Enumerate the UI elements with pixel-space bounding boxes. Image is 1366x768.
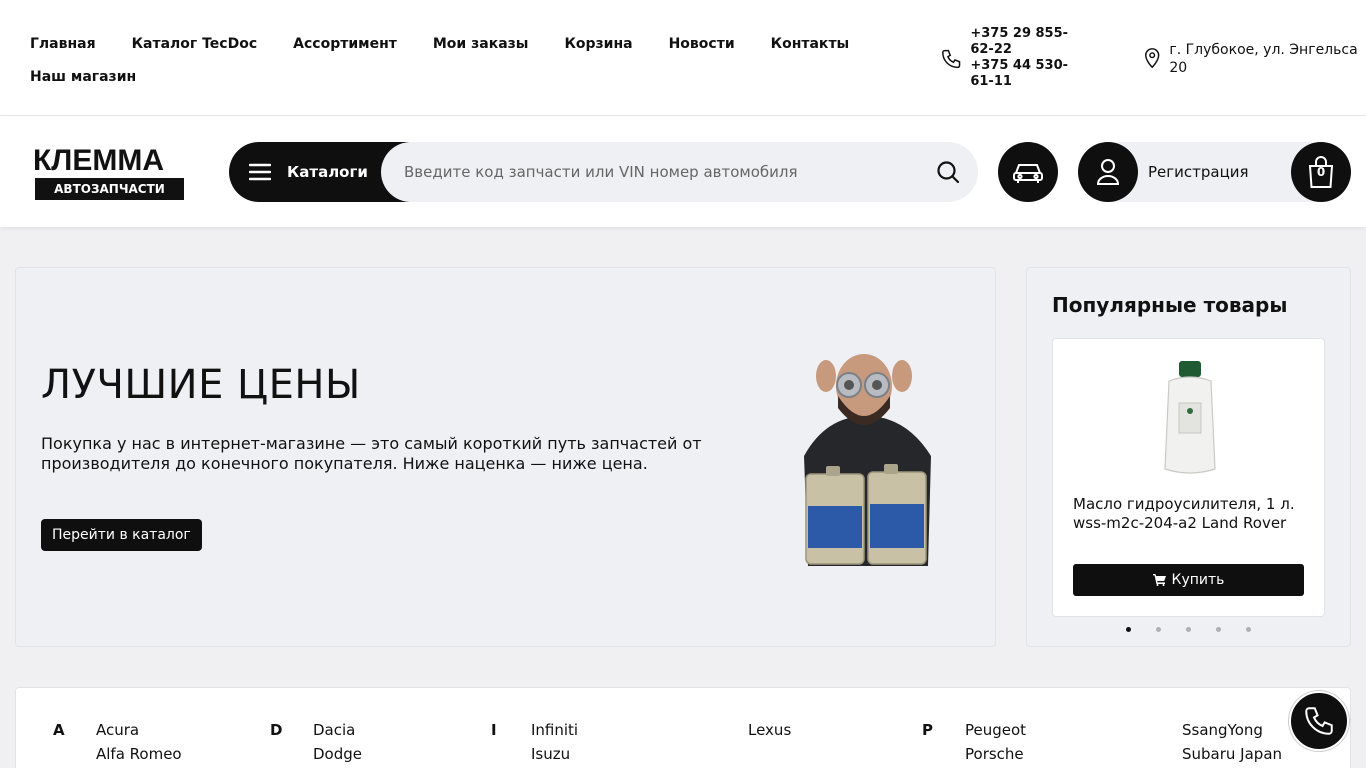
- phone-number-1[interactable]: +375 29 855-62-22: [970, 26, 1090, 58]
- carousel-dot[interactable]: [1216, 627, 1221, 632]
- brand-link[interactable]: Subaru Japan: [1182, 742, 1282, 766]
- buy-button[interactable]: Купить: [1073, 564, 1304, 596]
- go-to-catalog-button[interactable]: Перейти в каталог: [41, 519, 202, 551]
- phone-block: +375 29 855-62-22 +375 44 530-61-11: [940, 26, 1090, 90]
- top-bar: Главная Каталог TecDoc Ассортимент Мои зака…: [0, 0, 1366, 116]
- brand-link[interactable]: Acura: [96, 718, 182, 742]
- hero-image: [804, 354, 931, 566]
- brand-link[interactable]: Porsche: [965, 742, 1026, 766]
- cart-button[interactable]: 0: [1291, 142, 1351, 202]
- callback-button[interactable]: [1289, 691, 1349, 751]
- user-icon: [1096, 159, 1120, 185]
- brand-link[interactable]: Isuzu: [531, 742, 578, 766]
- phone-icon: [942, 49, 961, 69]
- brand-link[interactable]: Dacia: [313, 718, 362, 742]
- menu-icon: [249, 163, 271, 181]
- search-icon[interactable]: [936, 160, 960, 184]
- brand-link[interactable]: Peugeot: [965, 718, 1026, 742]
- search-input[interactable]: [404, 163, 924, 181]
- cart-icon: [1152, 574, 1166, 586]
- nav-link-cart[interactable]: Корзина: [564, 34, 632, 54]
- carousel-dot[interactable]: [1126, 627, 1131, 632]
- nav-link-assortment[interactable]: Ассортимент: [293, 34, 397, 54]
- nav-link-news[interactable]: Новости: [669, 34, 735, 54]
- hero-title: ЛУЧШИЕ ЦЕНЫ: [41, 362, 361, 408]
- phone-icon: [1305, 707, 1333, 735]
- header: КЛЕММА АВТОЗАПЧАСТИ Каталоги Регистрация: [0, 116, 1366, 227]
- garage-button[interactable]: [998, 142, 1058, 202]
- carousel-dot[interactable]: [1246, 627, 1251, 632]
- carousel-dot[interactable]: [1186, 627, 1191, 632]
- popular-products: Популярные товары Масло гидроусилителя, …: [1026, 267, 1351, 647]
- register-label: Регистрация: [1148, 163, 1249, 181]
- search-bar: [381, 142, 978, 202]
- brand-link[interactable]: Lexus: [748, 718, 791, 742]
- product-card[interactable]: Масло гидроусилителя, 1 л. wss-m2c-204-a…: [1052, 338, 1325, 617]
- brand-link[interactable]: Dodge: [313, 742, 362, 766]
- nav-link-contacts[interactable]: Контакты: [771, 34, 850, 54]
- logo[interactable]: КЛЕММА АВТОЗАПЧАСТИ: [33, 146, 185, 200]
- brand-letter-p: P: [922, 721, 933, 739]
- cart-count-badge: 0: [1316, 165, 1326, 179]
- nav-link-my-orders[interactable]: Мои заказы: [433, 34, 529, 54]
- nav-link-tecdoc[interactable]: Каталог TecDoc: [132, 34, 258, 54]
- logo-tagline: АВТОЗАПЧАСТИ: [35, 178, 184, 200]
- carousel-dots: [1126, 627, 1276, 632]
- catalogs-label: Каталоги: [287, 163, 368, 181]
- logo-wordmark: КЛЕММА: [33, 144, 165, 177]
- address-block: г. Глубокое, ул. Энгельса 20: [1143, 41, 1363, 77]
- hero-text: Покупка у нас в интернет-магазине — это …: [41, 434, 702, 473]
- nav-link-home[interactable]: Главная: [30, 34, 96, 54]
- buy-label: Купить: [1171, 572, 1225, 588]
- carousel-dot[interactable]: [1156, 627, 1161, 632]
- register-button[interactable]: Регистрация: [1078, 142, 1318, 202]
- nav-link-our-store[interactable]: Наш магазин: [30, 67, 136, 87]
- popular-products-title: Популярные товары: [1052, 293, 1288, 317]
- brand-link[interactable]: SsangYong: [1182, 718, 1282, 742]
- brand-letter-a: A: [53, 721, 65, 739]
- brand-letter-d: D: [270, 721, 283, 739]
- top-navigation: Главная Каталог TecDoc Ассортимент Мои зака…: [30, 33, 910, 87]
- hero-banner: ЛУЧШИЕ ЦЕНЫ Покупка у нас в интернет-маг…: [15, 267, 996, 647]
- product-name[interactable]: Масло гидроусилителя, 1 л. wss-m2c-204-a…: [1073, 495, 1313, 533]
- brand-index: A Acura Alfa Romeo D Dacia Dodge I Infin…: [15, 687, 1351, 768]
- car-icon: [1013, 164, 1043, 183]
- user-avatar: [1078, 142, 1138, 202]
- location-pin-icon: [1145, 48, 1160, 69]
- brand-letter-i: I: [491, 721, 497, 739]
- phone-number-2[interactable]: +375 44 530-61-11: [970, 58, 1090, 90]
- brand-link[interactable]: Alfa Romeo: [96, 742, 182, 766]
- product-image: [1164, 361, 1216, 474]
- brand-link[interactable]: Infiniti: [531, 718, 578, 742]
- address-text: г. Глубокое, ул. Энгельса 20: [1169, 42, 1358, 76]
